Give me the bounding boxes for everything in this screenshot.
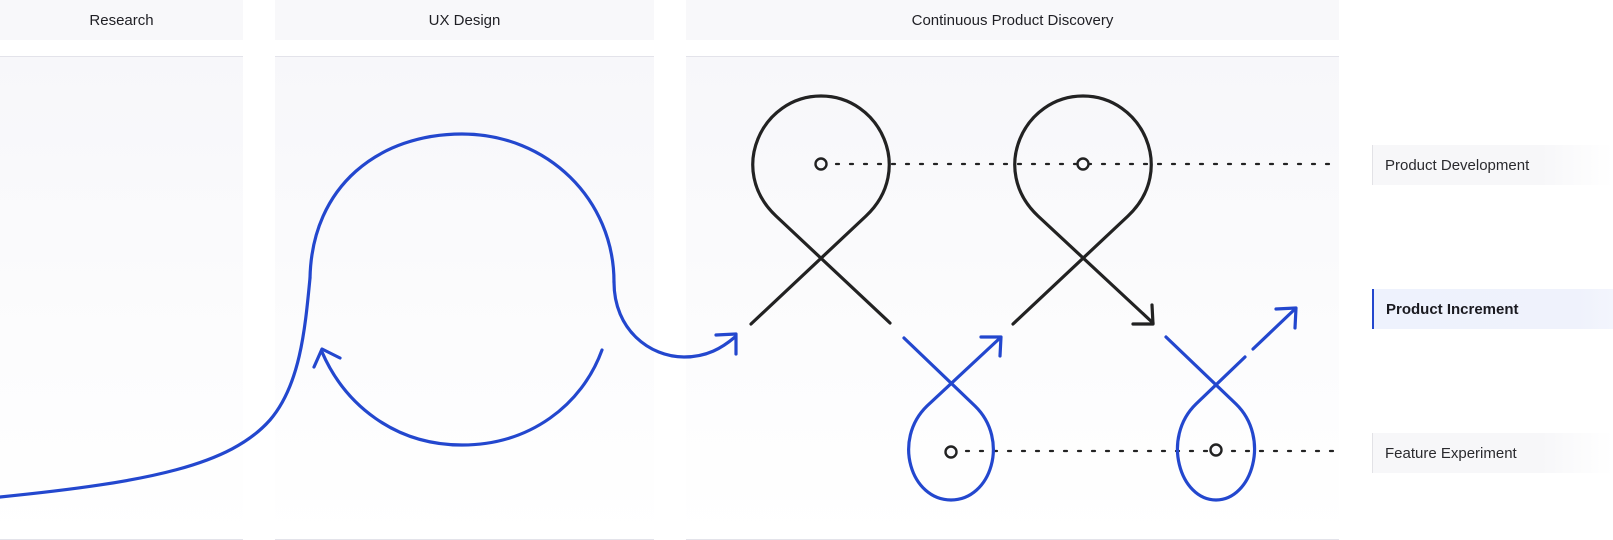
loop-1-node	[814, 157, 828, 171]
blue-loop-2-node	[1209, 443, 1223, 457]
blue-loop-1-node	[944, 445, 958, 459]
feature-experiment-loop-1	[902, 336, 1002, 502]
product-development-loop-2	[1011, 94, 1155, 326]
lane-label-text: Product Increment	[1386, 300, 1519, 318]
loop-2-node	[1076, 157, 1090, 171]
blue-loop-2-dash	[1251, 307, 1297, 351]
lane-label-product-increment[interactable]: Product Increment	[1372, 289, 1613, 329]
product-development-loop-1	[749, 94, 892, 326]
research-curve	[0, 276, 312, 499]
lane-label-text: Feature Experiment	[1385, 444, 1517, 462]
ux-design-return-arc	[320, 348, 604, 447]
ux-design-exit-curve	[612, 280, 737, 359]
lane-label-product-development[interactable]: Product Development	[1372, 145, 1613, 185]
lane-label-feature-experiment[interactable]: Feature Experiment	[1372, 433, 1613, 473]
feature-experiment-loop-2	[1164, 335, 1257, 502]
lane-label-text: Product Development	[1385, 156, 1530, 174]
ux-design-top-arc	[308, 132, 616, 284]
